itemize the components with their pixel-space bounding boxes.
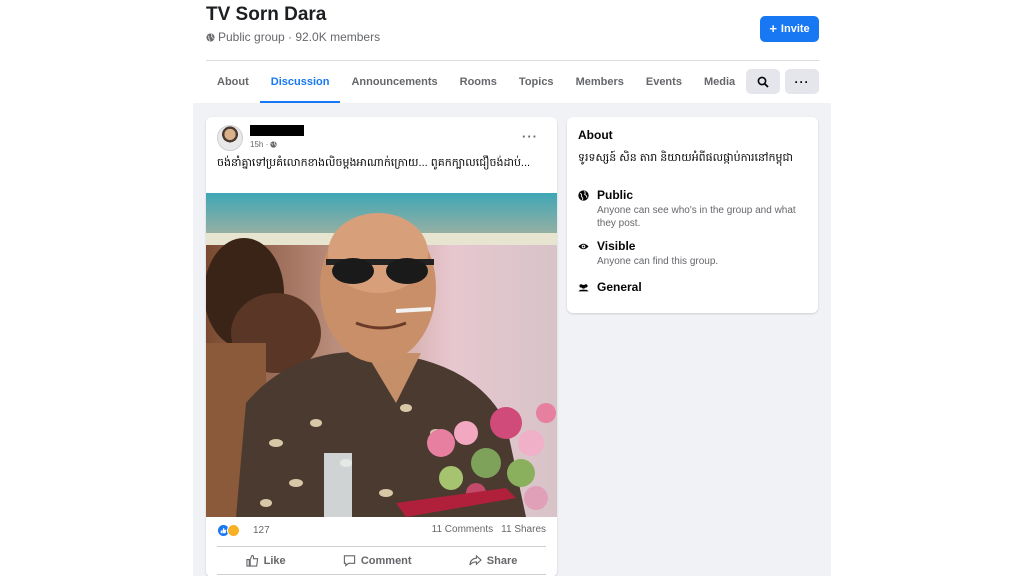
shares-count[interactable]: 11 Shares xyxy=(501,524,546,535)
post-time[interactable]: 15h · xyxy=(250,140,277,149)
share-label: Share xyxy=(486,554,518,567)
eye-icon xyxy=(578,243,589,250)
about-item-label: Visible xyxy=(597,239,636,253)
more-options-button[interactable]: ··· xyxy=(785,69,819,94)
about-item-label: Public xyxy=(597,188,634,202)
group-tabs: About Discussion Announcements Rooms Top… xyxy=(206,61,746,103)
search-button[interactable] xyxy=(746,69,780,94)
tab-media[interactable]: Media xyxy=(693,61,746,103)
post-divider xyxy=(217,546,546,547)
more-icon: ··· xyxy=(794,74,810,89)
post-photo-image xyxy=(206,193,557,517)
post-divider-bottom xyxy=(217,574,546,575)
about-title: About xyxy=(578,128,613,142)
tab-events[interactable]: Events xyxy=(635,61,693,103)
tab-about[interactable]: About xyxy=(206,61,260,103)
tab-topics[interactable]: Topics xyxy=(508,61,565,103)
group-title[interactable]: TV Sorn Dara xyxy=(206,4,326,26)
group-meta-text: Public group · 92.0K members xyxy=(218,30,381,44)
globe-icon xyxy=(270,141,277,148)
invite-button[interactable]: + Invite xyxy=(760,16,819,42)
share-icon xyxy=(469,554,482,566)
globe-icon xyxy=(578,190,589,201)
reaction-count: 127 xyxy=(253,525,270,536)
feed-post: 15h · ··· ចង់នាំគ្នាទៅប្រគំលោកខាងលិចម្តង… xyxy=(206,117,557,576)
about-card: About ទូរទស្សន៍ សិន តារា និយាយអំពីផលផ្កា… xyxy=(567,117,818,313)
about-item-general: General xyxy=(578,280,642,294)
tab-members[interactable]: Members xyxy=(565,61,635,103)
post-actions: Like Comment Share xyxy=(217,548,546,573)
haha-reaction-icon xyxy=(227,524,240,537)
comment-button[interactable]: Comment xyxy=(343,548,412,573)
tab-rooms[interactable]: Rooms xyxy=(449,61,508,103)
invite-label: Invite xyxy=(780,23,810,35)
tab-discussion[interactable]: Discussion xyxy=(259,61,341,103)
plus-icon: + xyxy=(769,21,777,36)
post-stats: 11 Comments 11 Shares xyxy=(432,524,546,535)
tab-announcements[interactable]: Announcements xyxy=(340,61,448,103)
comment-label: Comment xyxy=(360,554,412,567)
comments-count[interactable]: 11 Comments xyxy=(432,524,494,535)
people-icon xyxy=(578,284,589,292)
thumbs-up-icon xyxy=(245,554,258,567)
post-more-icon[interactable]: ··· xyxy=(522,129,538,144)
about-item-visible: Visible Anyone can find this group. xyxy=(578,239,809,268)
about-item-label: General xyxy=(597,280,642,294)
comment-icon xyxy=(343,555,356,567)
author-name-redacted[interactable] xyxy=(250,125,304,136)
about-item-public: Public Anyone can see who's in the group… xyxy=(578,188,809,230)
group-content: 15h · ··· ចង់នាំគ្នាទៅប្រគំលោកខាងលិចម្តង… xyxy=(193,103,831,576)
share-button[interactable]: Share xyxy=(469,548,518,573)
globe-icon xyxy=(206,32,215,42)
post-photo[interactable] xyxy=(206,193,557,517)
reaction-summary[interactable]: 127 xyxy=(217,524,270,537)
post-time-text: 15h · xyxy=(250,140,269,149)
like-button[interactable]: Like xyxy=(245,548,286,573)
search-icon xyxy=(757,76,769,88)
author-avatar[interactable] xyxy=(217,125,243,151)
about-description: ទូរទស្សន៍ សិន តារា និយាយអំពីផលផ្កាប់ការន… xyxy=(578,152,793,164)
like-label: Like xyxy=(263,554,286,567)
post-text: ចង់នាំគ្នាទៅប្រគំលោកខាងលិចម្តងអាណាក់ក្រោ… xyxy=(217,157,531,169)
about-item-sub: Anyone can find this group. xyxy=(597,256,719,267)
group-header: TV Sorn Dara Public group · 92.0K member… xyxy=(193,0,831,103)
about-item-sub: Anyone can see who's in the group and wh… xyxy=(597,205,796,229)
group-meta: Public group · 92.0K members xyxy=(206,30,380,44)
